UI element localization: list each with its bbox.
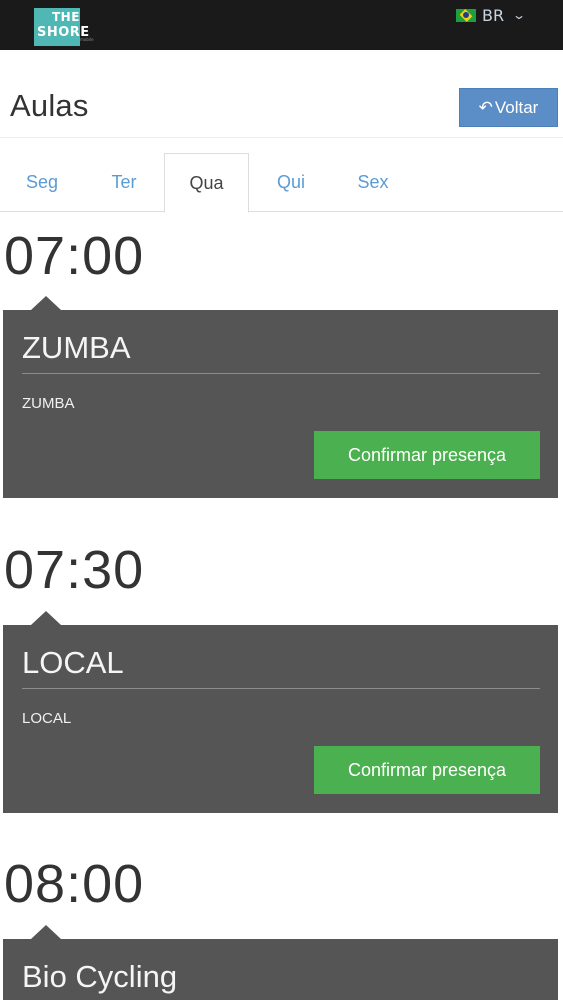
confirm-attendance-button[interactable]: Confirmar presença <box>314 746 540 794</box>
class-card: LOCAL LOCAL Confirmar presença <box>3 611 558 813</box>
class-description: LOCAL <box>22 710 72 727</box>
tab-qui[interactable]: Qui <box>249 153 333 212</box>
language-code: BR <box>482 5 505 25</box>
tab-label: Qui <box>276 172 305 192</box>
brazil-flag-icon <box>456 8 476 22</box>
tab-label: Qua <box>189 172 224 193</box>
class-title: LOCAL <box>22 645 124 680</box>
brand-logo[interactable]: THE SHORE mobile <box>34 8 110 46</box>
class-card: Bio Cycling <box>3 925 558 1000</box>
page-title: Aulas <box>10 88 89 123</box>
confirm-attendance-button[interactable]: Confirmar presença <box>314 431 540 479</box>
class-description: ZUMBA <box>22 395 75 412</box>
language-selector[interactable]: BR ⌄ <box>456 5 527 25</box>
back-button-label: Voltar <box>494 97 539 117</box>
logo-subtext: mobile <box>80 37 94 42</box>
logo-text-line1: THE <box>52 10 80 24</box>
class-title: Bio Cycling <box>22 959 178 994</box>
tab-label: Sex <box>357 172 389 192</box>
card-divider <box>22 373 540 374</box>
reply-arrow-icon: ↶ <box>478 97 493 117</box>
class-title: ZUMBA <box>22 330 131 365</box>
tab-ter[interactable]: Ter <box>84 153 164 212</box>
card-divider <box>22 688 540 689</box>
class-time: 07:30 <box>4 540 145 600</box>
tab-label: Ter <box>111 172 137 192</box>
top-bar: THE SHORE mobile BR ⌄ <box>0 0 563 50</box>
tab-seg[interactable]: Seg <box>0 153 84 212</box>
weekday-tabs: Seg Ter Qua Qui Sex <box>0 153 563 213</box>
back-button[interactable]: ↶ Voltar <box>459 88 558 127</box>
tab-qua[interactable]: Qua <box>164 153 249 213</box>
tab-label: Seg <box>25 172 59 192</box>
class-time: 07:00 <box>4 226 145 286</box>
class-card: ZUMBA ZUMBA Confirmar presença <box>3 296 558 498</box>
header-divider <box>0 137 563 138</box>
chevron-down-icon: ⌄ <box>512 8 527 22</box>
class-time: 08:00 <box>4 854 145 914</box>
tab-sex[interactable]: Sex <box>333 153 413 212</box>
